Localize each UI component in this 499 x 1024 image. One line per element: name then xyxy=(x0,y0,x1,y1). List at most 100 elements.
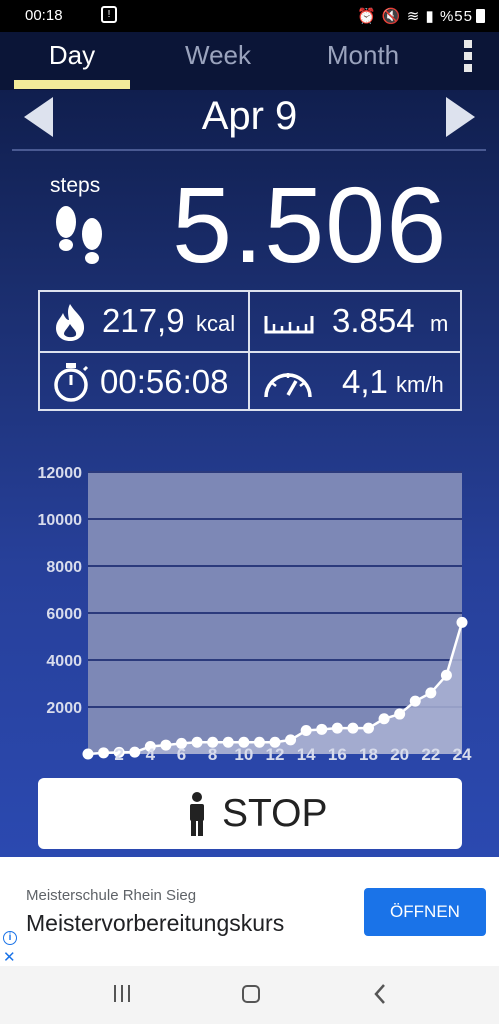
steps-label: steps xyxy=(50,174,101,197)
stopwatch-icon xyxy=(54,363,89,402)
next-day-button[interactable] xyxy=(446,97,475,137)
chart-x-tick-label: 12 xyxy=(266,745,285,764)
recents-bar xyxy=(121,985,123,1002)
alarm-icon: ⏰ xyxy=(357,8,377,25)
date-navigation: Apr 9 xyxy=(0,92,499,148)
chart-x-tick-label: 2 xyxy=(114,745,123,764)
chart-data-point xyxy=(440,669,452,681)
chart-data-point xyxy=(82,748,94,760)
calories-stat: 217,9 kcal xyxy=(40,292,248,350)
chart-data-point xyxy=(160,739,172,751)
chart-x-tick-label: 24 xyxy=(453,745,472,764)
distance-stat: 3.854 m xyxy=(250,292,460,350)
chart-x-tick-label: 10 xyxy=(234,745,253,764)
speed-stat: 4,1 km/h xyxy=(250,353,460,411)
chart-y-tick-label: 10000 xyxy=(38,512,83,529)
distance-value: 3.854 xyxy=(332,302,415,339)
date-label: Apr 9 xyxy=(201,94,298,138)
chart-data-point xyxy=(191,736,203,748)
stats-grid: 217,9 kcal 3.854 m 00:56:08 4,1 km/h xyxy=(38,290,462,411)
tab-day[interactable]: Day xyxy=(14,40,130,80)
chart-y-tick-label: 2000 xyxy=(46,700,82,717)
back-icon xyxy=(374,984,385,1004)
chart-x-tick-label: 18 xyxy=(359,745,378,764)
previous-day-button[interactable] xyxy=(24,97,53,137)
tab-bar: Day Week Month xyxy=(0,32,499,90)
pedometer-app: Day Week Month Apr 9 steps 5.506 217,9 k… xyxy=(0,32,499,857)
chart-y-tick-label: 4000 xyxy=(46,653,82,670)
chart-data-point xyxy=(316,723,328,735)
system-icons: ⏰ 🔇 ≋ ▮ %55 xyxy=(357,7,485,25)
menu-dot xyxy=(464,52,472,60)
calories-unit: kcal xyxy=(196,311,236,336)
system-nav-bar xyxy=(0,966,499,1024)
chart-data-point xyxy=(409,695,421,707)
ad-open-button[interactable]: ÖFFNEN xyxy=(364,888,486,936)
chart-data-point xyxy=(425,687,437,699)
chart-data-point xyxy=(300,725,312,736)
steps-chart-svg: 200040006000800010000120002 4 6 8 10 12 14 16 18… xyxy=(38,465,472,764)
recents-bar xyxy=(114,985,116,1002)
chart-x-tick-label: 20 xyxy=(390,745,409,764)
home-button[interactable] xyxy=(241,981,261,1007)
overflow-menu-button[interactable] xyxy=(458,40,478,76)
active-tab-indicator xyxy=(14,80,130,89)
chart-data-point xyxy=(378,713,390,725)
mute-icon: 🔇 xyxy=(381,8,402,25)
ruler-icon xyxy=(264,316,314,334)
ad-title[interactable]: Meistervorbereitungskurs xyxy=(26,910,284,937)
steps-chart: 2000 4000 6000 8000 10000 12000 2 4 6 8 10 12 14 16 18… xyxy=(0,426,499,766)
chart-data-point xyxy=(98,747,110,759)
chart-x-tick-label: 6 xyxy=(177,745,186,764)
stop-label: STOP xyxy=(222,792,328,835)
chart-x-tick-label: 22 xyxy=(421,745,440,764)
chart-data-point xyxy=(285,734,297,746)
clock: 00:18 xyxy=(25,7,63,24)
ad-advertiser: Meisterschule Rhein Sieg xyxy=(26,887,197,904)
menu-dot xyxy=(464,40,472,48)
calories-value: 217,9 xyxy=(102,302,185,339)
chart-y-tick-label: 8000 xyxy=(46,559,82,576)
wifi-icon: ≋ xyxy=(406,8,421,25)
battery-percent: %55 xyxy=(439,8,473,25)
recents-bar xyxy=(128,985,130,1002)
chart-x-tick-label: 4 xyxy=(146,745,156,764)
tab-month[interactable]: Month xyxy=(305,40,421,80)
chart-data-point xyxy=(347,722,359,734)
chart-x-tick-label: 8 xyxy=(208,745,217,764)
tab-week[interactable]: Week xyxy=(160,40,276,80)
chart-data-point xyxy=(363,722,374,734)
chart-data-point xyxy=(331,722,343,734)
chart-data-point xyxy=(394,708,406,720)
chart-data-point xyxy=(222,736,234,748)
status-bar: 00:18 ! ⏰ 🔇 ≋ ▮ %55 xyxy=(0,0,499,32)
duration-value: 00:56:08 xyxy=(100,363,229,400)
chart-data-point xyxy=(456,616,468,628)
stop-button[interactable]: STOP xyxy=(38,778,462,849)
step-count: 5.506 xyxy=(172,164,448,285)
distance-unit: m xyxy=(430,311,449,336)
ad-banner[interactable]: Meisterschule Rhein Sieg Meistervorberei… xyxy=(0,857,499,966)
battery-icon xyxy=(476,9,485,23)
speedometer-icon xyxy=(264,373,312,398)
ad-info-icon[interactable]: i xyxy=(3,931,17,945)
chart-y-tick-label: 6000 xyxy=(46,606,82,623)
chart-x-tick-label: 16 xyxy=(328,745,347,764)
speed-value: 4,1 xyxy=(342,363,388,400)
footprints-icon xyxy=(56,206,102,264)
speed-unit: km/h xyxy=(396,372,444,397)
home-icon xyxy=(242,985,260,1003)
chart-data-point xyxy=(253,736,265,748)
chart-x-tick-label: 14 xyxy=(297,745,316,764)
chart-data-point xyxy=(129,746,141,758)
menu-dot xyxy=(464,64,472,72)
notification-icon: ! xyxy=(101,6,117,23)
duration-stat: 00:56:08 xyxy=(40,353,248,411)
recents-button[interactable] xyxy=(112,981,132,1007)
chart-y-tick-label: 12000 xyxy=(38,465,83,482)
ad-close-icon[interactable]: ✕ xyxy=(3,948,16,966)
header-divider xyxy=(12,149,486,151)
person-icon xyxy=(190,792,204,836)
back-button[interactable] xyxy=(372,981,388,1007)
signal-icon: ▮ xyxy=(425,8,435,25)
